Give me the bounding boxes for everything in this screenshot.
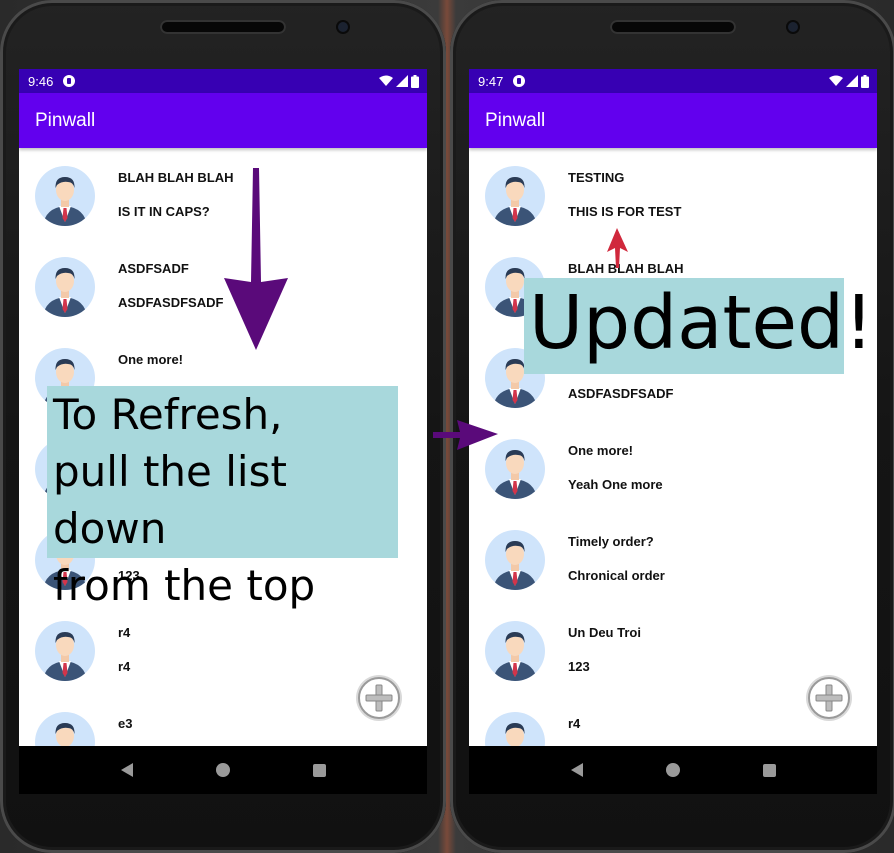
app-bar: Pinwall <box>19 93 427 148</box>
app-bar: Pinwall <box>469 93 877 148</box>
up-arrow-icon <box>607 228 628 268</box>
right-arrow-icon <box>433 420 498 450</box>
app-title: Pinwall <box>485 109 546 131</box>
down-arrow-icon <box>224 168 288 350</box>
app-title: Pinwall <box>35 109 96 131</box>
